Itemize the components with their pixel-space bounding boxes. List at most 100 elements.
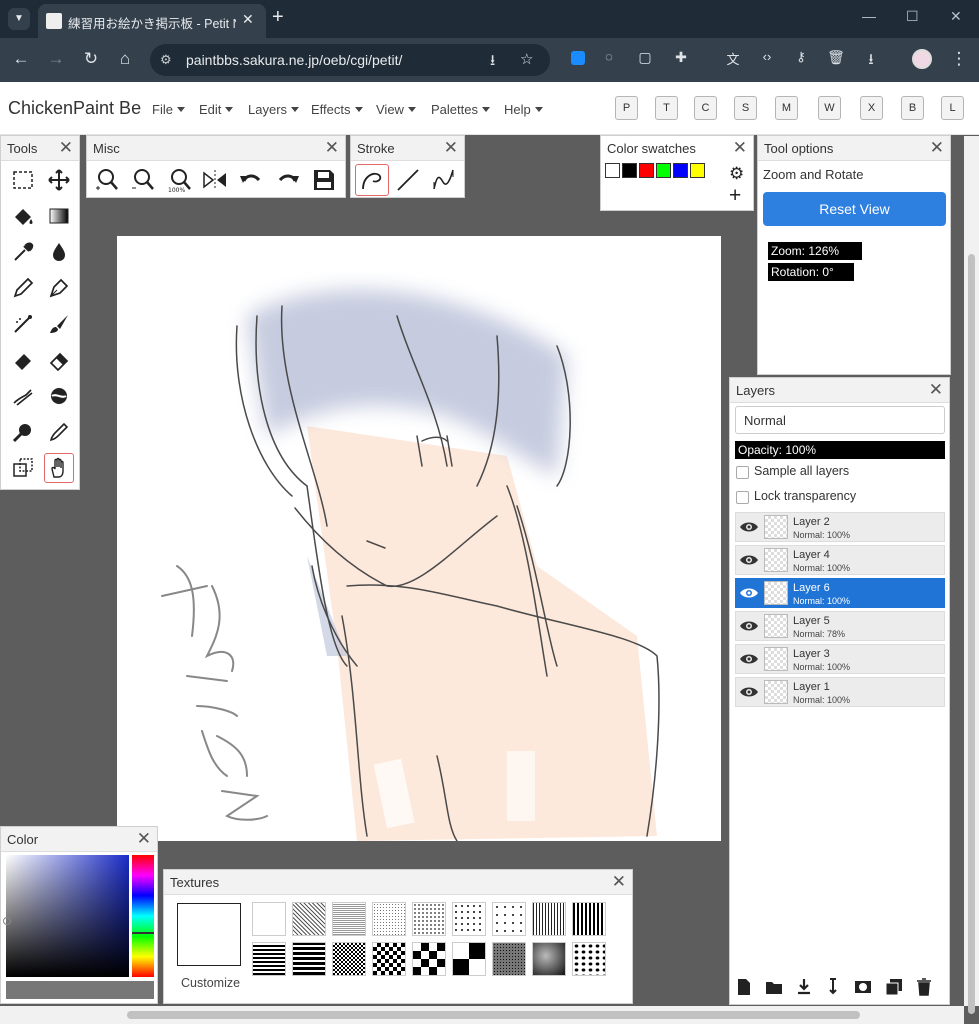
toggle-palette-p[interactable]: P [615, 96, 638, 120]
menu-effects[interactable]: Effects [311, 102, 363, 117]
layer-row[interactable]: Layer 2 Normal: 100% [735, 512, 945, 542]
bookmark-star-icon[interactable]: ☆ [520, 50, 533, 68]
translate-icon[interactable]: 文 [722, 49, 744, 68]
toggle-palette-l[interactable]: L [941, 96, 964, 120]
sample-all-layers-checkbox[interactable] [736, 466, 749, 479]
flip-horizontal-icon[interactable] [200, 165, 230, 195]
horizontal-scrollbar[interactable] [0, 1006, 964, 1024]
smudge-icon[interactable] [8, 381, 38, 411]
menu-file[interactable]: File [152, 102, 185, 117]
blur-drop-icon[interactable] [44, 237, 74, 267]
vertical-scrollbar-thumb[interactable] [968, 254, 975, 1014]
eyedropper-icon[interactable] [8, 237, 38, 267]
save-icon[interactable] [309, 165, 339, 195]
layer-row[interactable]: Layer 4 Normal: 100% [735, 545, 945, 575]
menu-edit[interactable]: Edit [199, 102, 233, 117]
hand-pan-icon[interactable] [44, 453, 74, 483]
eraser-icon[interactable] [8, 345, 38, 375]
maximize-button[interactable]: ☐ [906, 8, 919, 25]
line-stroke-icon[interactable] [393, 165, 423, 195]
current-texture-preview[interactable] [177, 903, 241, 966]
horizontal-scrollbar-thumb[interactable] [127, 1011, 860, 1019]
freehand-stroke-icon[interactable] [355, 164, 389, 196]
vertical-scrollbar[interactable] [964, 136, 979, 1014]
clipboard-icon[interactable]: ▢ [634, 49, 656, 66]
menu-layers[interactable]: Layers [248, 102, 299, 117]
menu-view[interactable]: View [376, 102, 416, 117]
swatch-settings-gear-icon[interactable]: ⚙ [729, 164, 744, 184]
saturation-value-picker[interactable] [3, 855, 129, 977]
swatches-panel-close[interactable]: ✕ [733, 138, 747, 158]
layer-row[interactable]: Layer 5 Normal: 78% [735, 611, 945, 641]
redo-icon[interactable] [273, 165, 303, 195]
customize-texture-link[interactable]: Customize [181, 976, 240, 990]
download-icon[interactable]: ⭳ [490, 50, 495, 75]
code-icon[interactable]: ‹› [756, 49, 778, 64]
visibility-eye-icon[interactable] [739, 519, 759, 535]
texture-swatch[interactable] [572, 902, 606, 936]
reload-icon[interactable]: ↻ [80, 49, 102, 69]
texture-swatch[interactable] [492, 942, 526, 976]
close-window-button[interactable]: ✕ [950, 8, 962, 25]
drawing-canvas[interactable] [117, 236, 721, 841]
new-group-folder-icon[interactable] [765, 978, 783, 996]
texture-swatch[interactable] [372, 902, 406, 936]
extensions-puzzle-icon[interactable]: ✚ [670, 49, 692, 66]
blend-mode-select[interactable]: Normal [735, 406, 945, 434]
trash-icon[interactable]: 🗑 [825, 49, 847, 66]
downloads-icon[interactable]: ⭳ [860, 49, 882, 74]
rotation-readout[interactable]: Rotation: 0° [768, 263, 854, 281]
browser-tab[interactable]: 練習用お絵かき掲示板 - Petit Note ✕ [38, 4, 266, 38]
pencil-icon[interactable] [8, 273, 38, 303]
home-icon[interactable]: ⌂ [114, 49, 136, 69]
color-swatch[interactable] [690, 163, 705, 178]
delete-layer-trash-icon[interactable] [916, 978, 932, 996]
visibility-eye-icon[interactable] [739, 651, 759, 667]
texture-swatch[interactable] [452, 942, 486, 976]
toggle-palette-s[interactable]: S [734, 96, 757, 120]
merge-visible-icon[interactable] [825, 978, 841, 996]
color-swatch[interactable] [622, 163, 637, 178]
minimize-button[interactable]: — [862, 8, 876, 24]
color-swatch[interactable] [605, 163, 620, 178]
texture-swatch[interactable] [332, 942, 366, 976]
toggle-palette-t[interactable]: T [655, 96, 678, 120]
color-swatch[interactable] [656, 163, 671, 178]
texture-swatch[interactable] [452, 902, 486, 936]
texture-swatch[interactable] [572, 942, 606, 976]
burn-dodge-icon[interactable] [44, 417, 74, 447]
move-icon[interactable] [44, 165, 74, 195]
visibility-eye-icon[interactable] [739, 552, 759, 568]
hue-slider-handle[interactable] [132, 932, 154, 934]
stroke-panel-close[interactable]: ✕ [444, 138, 458, 158]
layers-panel-close[interactable]: ✕ [929, 380, 943, 400]
toggle-palette-b[interactable]: B [901, 96, 924, 120]
texture-swatch[interactable] [532, 942, 566, 976]
texture-swatch[interactable] [252, 942, 286, 976]
texture-swatch[interactable] [332, 902, 366, 936]
zoom-in-icon[interactable] [91, 165, 121, 195]
forward-icon[interactable]: → [45, 49, 67, 69]
layer-row[interactable]: Layer 3 Normal: 100% [735, 644, 945, 674]
new-layer-icon[interactable] [736, 978, 752, 996]
soft-eraser-icon[interactable] [44, 345, 74, 375]
address-bar[interactable]: ⚙ paintbbs.sakura.ne.jp/oeb/cgi/petit/ ⭳… [150, 44, 550, 76]
toggle-palette-w[interactable]: W [818, 96, 841, 120]
texture-swatch[interactable] [372, 942, 406, 976]
misc-panel-close[interactable]: ✕ [325, 138, 339, 158]
visibility-eye-icon[interactable] [739, 585, 759, 601]
layer-mask-icon[interactable] [854, 978, 872, 996]
texture-swatch[interactable] [412, 902, 446, 936]
key-icon[interactable]: ⚷ [790, 49, 812, 65]
watercolor-brush-icon[interactable] [44, 309, 74, 339]
rect-select-icon[interactable] [8, 165, 38, 195]
color-picker-cursor[interactable] [3, 917, 11, 925]
blender-icon[interactable] [44, 381, 74, 411]
transform-icon[interactable] [8, 453, 38, 483]
zoom-readout[interactable]: Zoom: 126% [768, 242, 862, 260]
visibility-eye-icon[interactable] [739, 684, 759, 700]
menu-palettes[interactable]: Palettes [431, 102, 490, 117]
tool-options-close[interactable]: ✕ [930, 138, 944, 158]
texture-swatch[interactable] [492, 902, 526, 936]
pen-icon[interactable] [44, 273, 74, 303]
